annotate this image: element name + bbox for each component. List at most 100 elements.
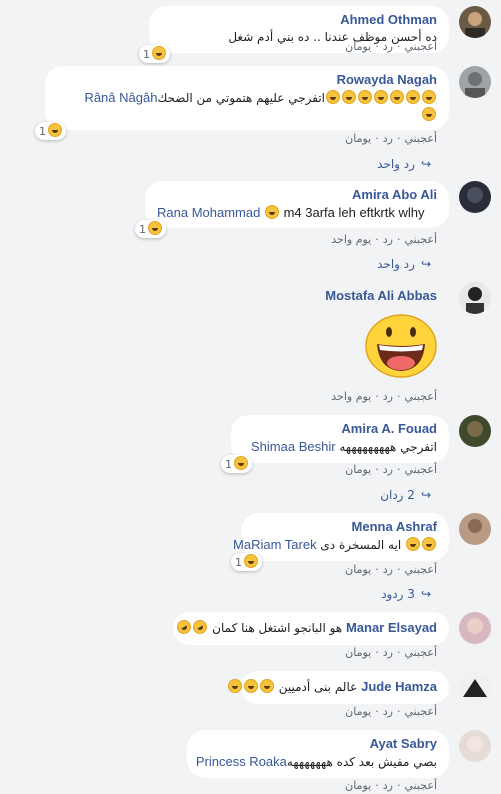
like-link[interactable]: أعجبني	[404, 646, 437, 659]
haha-icon	[148, 221, 162, 235]
reply-link[interactable]: رد	[383, 233, 393, 246]
haha-icon	[152, 46, 166, 60]
avatar[interactable]	[459, 612, 491, 644]
commenter-name[interactable]: Ahmed Othman	[161, 12, 437, 28]
like-link[interactable]: أعجبني	[404, 463, 437, 476]
comment: Mostafa Ali Abbas أعجبني·رد·يوم واحد	[11, 282, 491, 403]
avatar[interactable]	[459, 66, 491, 98]
haha-icon	[264, 205, 279, 219]
avatar[interactable]	[459, 6, 491, 38]
reply-link[interactable]: رد	[383, 779, 393, 792]
reaction-badge[interactable]: 1	[135, 220, 166, 238]
haha-icon	[422, 537, 436, 551]
rofl-icon	[174, 617, 194, 637]
comment-actions: أعجبني·رد·يوم واحد	[331, 233, 437, 246]
avatar[interactable]	[459, 282, 491, 314]
haha-icon	[234, 456, 248, 470]
comment-actions: أعجبني·رد·يومان	[345, 563, 437, 576]
timestamp[interactable]: يومان	[345, 646, 371, 659]
comment-text: Jude Hamza عالم بنى أدميين	[227, 679, 437, 696]
reply-link[interactable]: رد	[383, 390, 393, 403]
like-link[interactable]: أعجبني	[404, 705, 437, 718]
rofl-icon	[190, 617, 210, 637]
commenter-name[interactable]: Menna Ashraf	[253, 519, 437, 535]
comment-text: Rana Mohammad m4 3arfa leh eftkrtk wlhy	[157, 205, 425, 220]
reply-link[interactable]: رد	[383, 563, 393, 576]
timestamp[interactable]: يومان	[345, 705, 371, 718]
mention-link[interactable]: MaRiam Tarek	[233, 537, 317, 552]
haha-icon	[422, 107, 436, 121]
comment-bubble: Amira A. Fouad اتفرجي هههههههههه Shimaa …	[221, 415, 449, 473]
like-link[interactable]: أعجبني	[404, 40, 437, 53]
comment: Ayat Sabry بصي مفيش بعد كده ههههههههPrin…	[11, 730, 491, 794]
timestamp[interactable]: يومان	[345, 132, 371, 145]
comment-actions: أعجبني·رد·يومان	[345, 40, 437, 53]
timestamp[interactable]: يوم واحد	[331, 390, 371, 403]
commenter-name[interactable]: Ayat Sabry	[199, 736, 437, 752]
comment-actions: أعجبني·رد·يومان	[345, 132, 437, 145]
like-link[interactable]: أعجبني	[404, 233, 437, 246]
comment: Amira A. Fouad اتفرجي هههههههههه Shimaa …	[11, 415, 491, 505]
comment-actions: أعجبني·رد·يومان	[345, 705, 437, 718]
avatar[interactable]	[459, 415, 491, 447]
timestamp[interactable]: يوم واحد	[331, 233, 371, 246]
reply-link[interactable]: رد	[383, 463, 393, 476]
timestamp[interactable]: يومان	[345, 463, 371, 476]
mention-link[interactable]: Shimaa Beshir	[251, 439, 336, 454]
commenter-name[interactable]: Rowayda Nagah	[57, 72, 437, 88]
mention-link[interactable]: Rânâ Nâgâh	[84, 90, 157, 105]
reply-arrow-icon: ↩	[420, 587, 431, 601]
reply-link[interactable]: رد	[383, 705, 393, 718]
comment-bubble: Manar Elsayad هو البانجو اشتغل هنا كمان	[173, 612, 449, 645]
comment-bubble: Rowayda Nagah اتفرجي عليهم هتموتي من الض…	[35, 66, 449, 140]
reaction-badge[interactable]: 1	[221, 455, 252, 473]
avatar[interactable]	[459, 730, 491, 762]
comment-text: اتفرجي عليهم هتموتي من الضحكRânâ Nâgâh	[57, 89, 437, 124]
avatar[interactable]	[459, 671, 491, 703]
timestamp[interactable]: يومان	[345, 779, 371, 792]
like-link[interactable]: أعجبني	[404, 390, 437, 403]
reaction-badge[interactable]: 1	[231, 553, 262, 571]
view-replies-link[interactable]: ↩3 ردود	[381, 587, 431, 601]
reaction-badge[interactable]: 1	[139, 45, 170, 63]
avatar[interactable]	[459, 513, 491, 545]
reply-link[interactable]: رد	[383, 40, 393, 53]
haha-icon	[358, 90, 372, 104]
reply-link[interactable]: رد	[383, 132, 393, 145]
commenter-name[interactable]: Manar Elsayad	[346, 620, 437, 635]
comment: Rowayda Nagah اتفرجي عليهم هتموتي من الض…	[11, 66, 491, 176]
timestamp[interactable]: يومان	[345, 563, 371, 576]
commenter-name[interactable]: Amira A. Fouad	[243, 421, 437, 437]
haha-icon	[406, 537, 420, 551]
commenter-name[interactable]: Mostafa Ali Abbas	[325, 288, 437, 304]
mention-link[interactable]: Princess Roaka	[196, 754, 287, 769]
reply-link[interactable]: رد	[383, 646, 393, 659]
avatar[interactable]	[459, 181, 491, 213]
comment-bubble: Jude Hamza عالم بنى أدميين	[227, 671, 449, 704]
comment-text: Manar Elsayad هو البانجو اشتغل هنا كمان	[174, 617, 437, 637]
comment-text: بصي مفيش بعد كده ههههههههPrincess Roaka	[195, 754, 437, 769]
timestamp[interactable]: يومان	[345, 40, 371, 53]
haha-icon	[244, 554, 258, 568]
view-replies-link[interactable]: ↩رد واحد	[377, 257, 431, 271]
comment: Menna Ashraf ايه المسخرة دى MaRiam Tarek…	[11, 513, 491, 603]
haha-icon	[259, 679, 274, 693]
haha-icon	[342, 90, 356, 104]
comment: Ahmed Othman ده أحسن موظف عندنا .. ده بن…	[11, 6, 491, 63]
commenter-name[interactable]: Jude Hamza	[361, 679, 437, 694]
view-replies-link[interactable]: ↩رد واحد	[377, 157, 431, 171]
like-link[interactable]: أعجبني	[404, 132, 437, 145]
comment-actions: أعجبني·رد·يومان	[345, 646, 437, 659]
like-link[interactable]: أعجبني	[404, 563, 437, 576]
comment: Amira Abo Ali Rana Mohammad m4 3arfa leh…	[11, 181, 491, 273]
commenter-name[interactable]: Amira Abo Ali	[157, 187, 437, 203]
comment-bubble: Menna Ashraf ايه المسخرة دى MaRiam Tarek…	[231, 513, 449, 571]
mention-link[interactable]: Rana Mohammad	[157, 205, 260, 220]
reply-arrow-icon: ↩	[420, 157, 431, 171]
like-link[interactable]: أعجبني	[404, 779, 437, 792]
sticker-image[interactable]	[365, 314, 437, 378]
comment-actions: أعجبني·رد·يوم واحد	[331, 390, 437, 403]
view-replies-link[interactable]: ↩2 ردان	[380, 488, 431, 502]
reaction-badge[interactable]: 1	[35, 122, 66, 140]
comment: Manar Elsayad هو البانجو اشتغل هنا كمان …	[11, 612, 491, 662]
